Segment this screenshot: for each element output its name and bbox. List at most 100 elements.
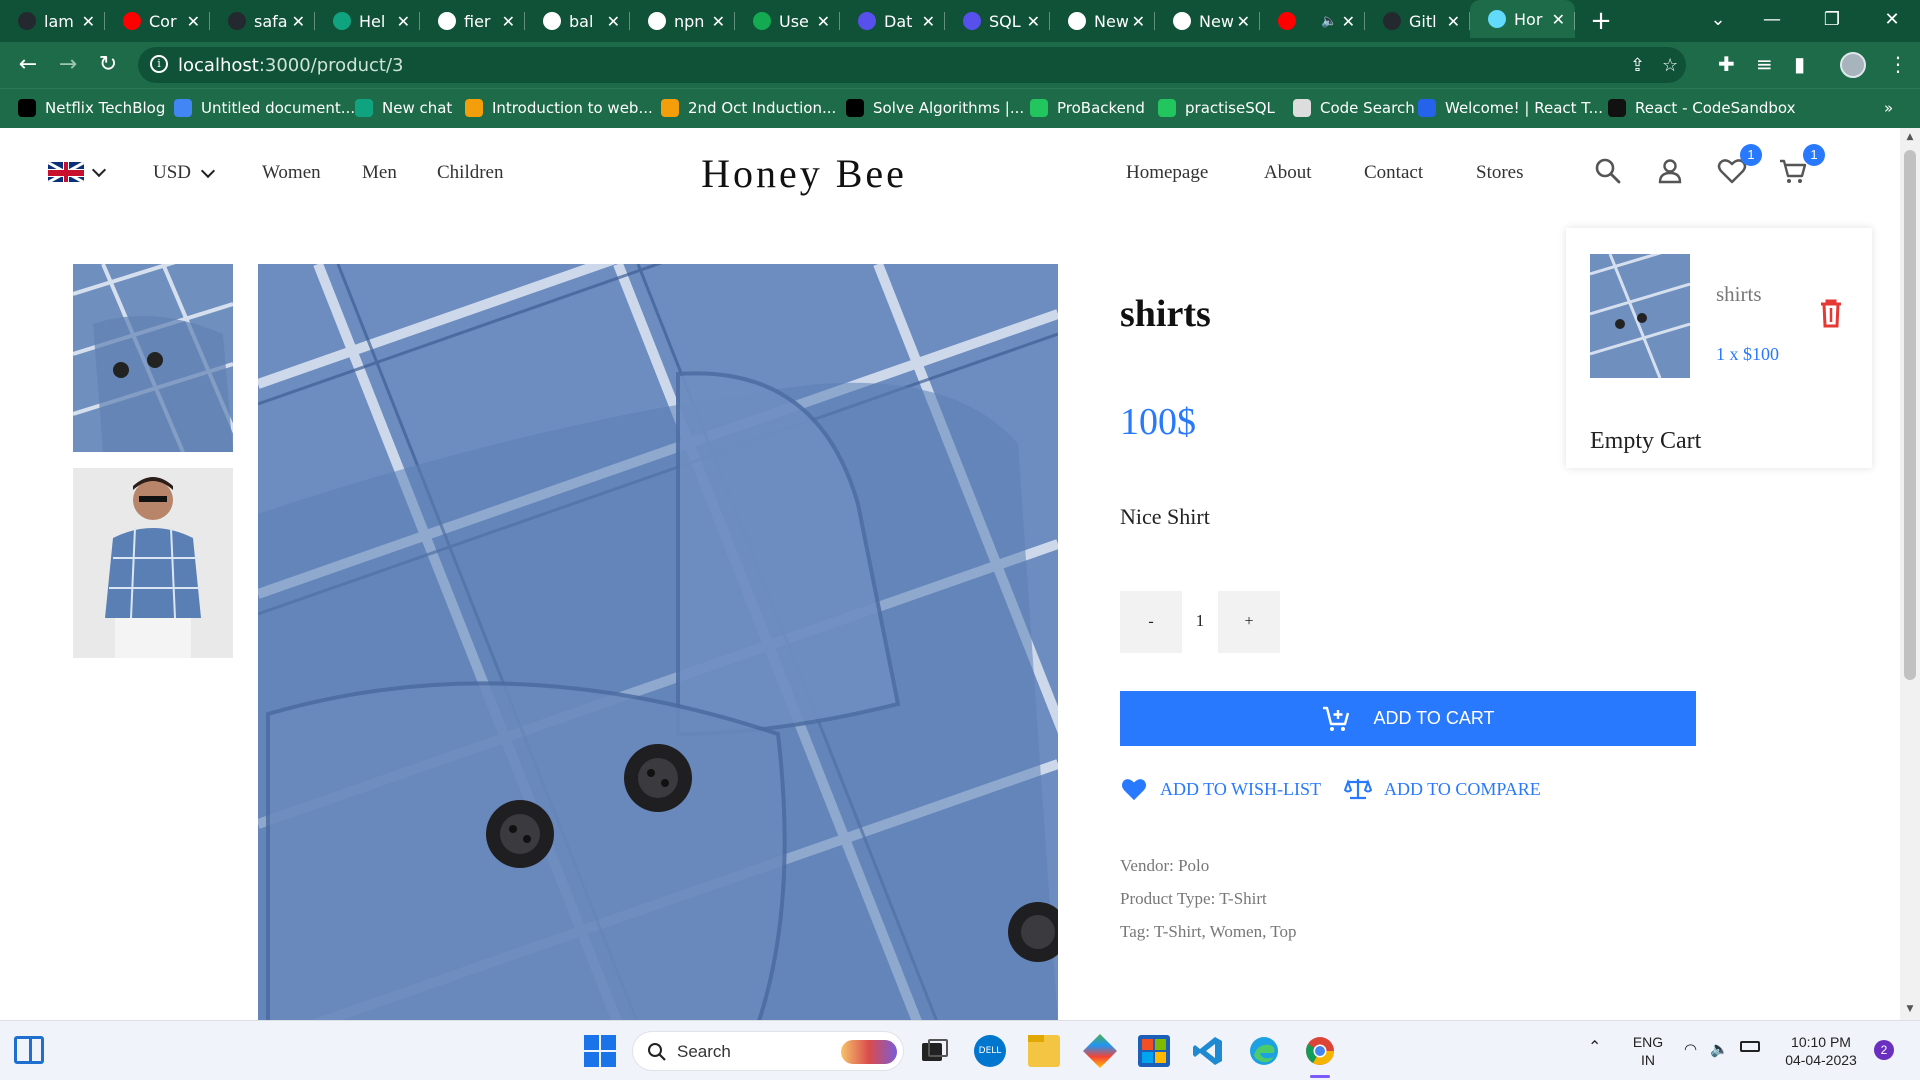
bookmark-item[interactable]: ProBackend [1030, 99, 1145, 117]
nav-contact[interactable]: Contact [1364, 162, 1423, 184]
browser-tab[interactable]: New ✕ [1155, 0, 1260, 42]
scroll-down-arrow[interactable]: ▼ [1900, 1004, 1920, 1014]
tab-close-icon[interactable]: ✕ [1552, 10, 1565, 29]
cart-item-image[interactable] [1590, 254, 1690, 378]
vscode-icon[interactable] [1192, 1035, 1224, 1067]
browser-tab[interactable]: Dat ✕ [840, 0, 945, 42]
quantity-decrement-button[interactable]: - [1120, 591, 1182, 653]
tab-close-icon[interactable]: ✕ [187, 12, 200, 31]
profile-avatar[interactable] [1840, 52, 1866, 78]
new-tab-button[interactable]: + [1578, 0, 1624, 42]
volume-icon[interactable]: 🔈 [1710, 1041, 1729, 1059]
bookmark-item[interactable]: React - CodeSandbox [1608, 99, 1796, 117]
forward-button[interactable]: → [54, 51, 82, 79]
reload-button[interactable]: ↻ [94, 51, 122, 79]
tab-close-icon[interactable]: ✕ [1027, 12, 1040, 31]
restore-button[interactable]: ❐ [1802, 0, 1862, 42]
bookmark-item[interactable]: practiseSQL [1158, 99, 1275, 117]
browser-tab[interactable]: safa ✕ [210, 0, 315, 42]
share-icon[interactable]: ⇪ [1630, 55, 1645, 76]
tab-close-icon[interactable]: ✕ [292, 12, 305, 31]
tab-close-icon[interactable]: ✕ [607, 12, 620, 31]
bookmark-item[interactable]: 2nd Oct Induction... [661, 99, 836, 117]
notification-badge[interactable]: 2 [1874, 1040, 1894, 1060]
bookmarks-more-button[interactable]: » [1884, 99, 1893, 117]
user-icon[interactable] [1655, 156, 1685, 186]
tab-close-icon[interactable]: ✕ [502, 12, 515, 31]
language-indicator[interactable]: ENG IN [1630, 1033, 1666, 1069]
add-to-compare-label: ADD TO COMPARE [1384, 778, 1541, 799]
browser-tab[interactable]: npn ✕ [630, 0, 735, 42]
bookmark-item[interactable]: Netflix TechBlog [18, 99, 165, 117]
bookmark-item[interactable]: Code Search [1293, 99, 1415, 117]
wifi-icon[interactable]: ◠ [1684, 1041, 1697, 1059]
browser-tab[interactable]: 🔈 ✕ [1260, 0, 1365, 42]
scrollbar-thumb[interactable] [1904, 150, 1916, 680]
edge-icon[interactable] [1248, 1035, 1280, 1067]
taskbar-search-box[interactable]: Search [632, 1031, 904, 1071]
tab-close-icon[interactable]: ✕ [1237, 12, 1250, 31]
browser-tab[interactable]: bal ✕ [525, 0, 630, 42]
tab-close-icon[interactable]: ✕ [82, 12, 95, 31]
task-view-icon[interactable] [918, 1035, 950, 1067]
minimize-button[interactable]: — [1742, 0, 1802, 42]
bookmark-item[interactable]: Untitled document... [174, 99, 355, 117]
bookmark-star-icon[interactable]: ☆ [1662, 55, 1678, 76]
bookmark-item[interactable]: Solve Algorithms |... [846, 99, 1024, 117]
microsoft-store-icon[interactable] [1138, 1035, 1170, 1067]
dell-app-icon[interactable]: DELL [974, 1035, 1006, 1067]
nav-about[interactable]: About [1264, 162, 1312, 184]
tab-search-dropdown[interactable]: ⌄ [1688, 0, 1748, 42]
product-thumbnail-1[interactable] [73, 264, 233, 452]
browser-tab[interactable]: Gitl ✕ [1365, 0, 1470, 42]
scroll-up-arrow[interactable]: ▲ [1900, 132, 1920, 142]
tab-close-icon[interactable]: ✕ [922, 12, 935, 31]
browser-tab[interactable]: New ✕ [1050, 0, 1155, 42]
browser-tab[interactable]: Hor ✕ [1470, 0, 1575, 38]
clock[interactable]: 10:10 PM 04-04-2023 [1776, 1033, 1866, 1069]
product-thumbnail-2[interactable] [73, 468, 233, 658]
nav-stores[interactable]: Stores [1476, 162, 1524, 184]
widgets-icon[interactable] [14, 1036, 44, 1064]
add-to-wishlist-link[interactable]: ADD TO WISH-LIST [1120, 776, 1321, 802]
battery-icon[interactable] [1740, 1041, 1760, 1052]
windows-start-icon[interactable] [584, 1035, 616, 1067]
bookmark-item[interactable]: New chat [355, 99, 452, 117]
search-icon[interactable] [1593, 156, 1623, 186]
tab-close-icon[interactable]: ✕ [1342, 12, 1355, 31]
site-info-icon[interactable]: i [150, 55, 168, 73]
add-to-compare-link[interactable]: ADD TO COMPARE [1344, 776, 1541, 802]
browser-tab[interactable]: SQL ✕ [945, 0, 1050, 42]
bookmark-item[interactable]: Introduction to web... [465, 99, 653, 117]
git-app-icon[interactable] [1083, 1034, 1117, 1068]
quantity-increment-button[interactable]: + [1218, 591, 1280, 653]
bookmark-item[interactable]: Welcome! | React T... [1418, 99, 1603, 117]
reading-list-icon[interactable]: ≡ [1756, 52, 1773, 76]
nav-homepage[interactable]: Homepage [1126, 162, 1208, 184]
tab-audio-icon[interactable]: 🔈 [1321, 14, 1337, 29]
extensions-icon[interactable]: ✚ [1718, 52, 1735, 76]
page-scrollbar[interactable]: ▲ ▼ [1900, 128, 1920, 1020]
browser-tab[interactable]: fier ✕ [420, 0, 525, 42]
file-explorer-icon[interactable] [1028, 1035, 1060, 1067]
browser-tab[interactable]: Hel ✕ [315, 0, 420, 42]
tab-close-icon[interactable]: ✕ [817, 12, 830, 31]
address-url[interactable]: localhost:3000/product/3 [178, 55, 404, 76]
tab-close-icon[interactable]: ✕ [1132, 12, 1145, 31]
browser-tab[interactable]: Cor ✕ [105, 0, 210, 42]
address-bar[interactable]: i localhost:3000/product/3 ⇪ ☆ [138, 47, 1686, 83]
add-to-cart-button[interactable]: ADD TO CART [1120, 691, 1696, 746]
browser-tab[interactable]: Use ✕ [735, 0, 840, 42]
show-hidden-icons[interactable]: ⌃ [1588, 1039, 1601, 1057]
close-window-button[interactable]: ✕ [1862, 0, 1920, 42]
chrome-menu-icon[interactable]: ⋮ [1888, 52, 1908, 76]
side-panel-icon[interactable]: ▮ [1794, 52, 1805, 76]
delete-icon[interactable] [1818, 298, 1844, 328]
tab-close-icon[interactable]: ✕ [397, 12, 410, 31]
tab-close-icon[interactable]: ✕ [1447, 12, 1460, 31]
empty-cart-button[interactable]: Empty Cart [1590, 428, 1701, 455]
tab-close-icon[interactable]: ✕ [712, 12, 725, 31]
browser-tab[interactable]: lam ✕ [0, 0, 105, 42]
back-button[interactable]: ← [14, 51, 42, 79]
chrome-taskbar-icon[interactable] [1304, 1035, 1336, 1067]
